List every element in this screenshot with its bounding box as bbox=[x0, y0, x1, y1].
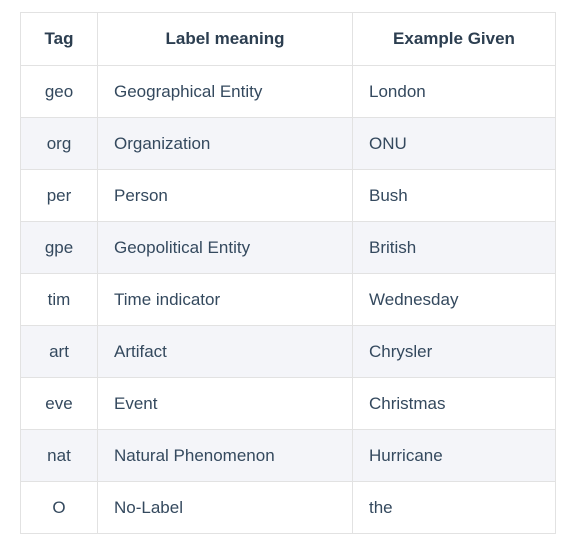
cell-tag: eve bbox=[20, 377, 98, 430]
column-header-meaning: Label meaning bbox=[97, 12, 353, 66]
cell-example: London bbox=[352, 65, 556, 118]
cell-meaning: Geopolitical Entity bbox=[97, 221, 353, 274]
table-row: geo Geographical Entity London bbox=[20, 65, 556, 118]
table-body: geo Geographical Entity London org Organ… bbox=[20, 65, 556, 534]
cell-meaning: Time indicator bbox=[97, 273, 353, 326]
tag-reference-table: Tag Label meaning Example Given geo Geog… bbox=[20, 12, 556, 534]
column-header-example: Example Given bbox=[352, 12, 556, 66]
cell-meaning: Natural Phenomenon bbox=[97, 429, 353, 482]
column-header-tag: Tag bbox=[20, 12, 98, 66]
cell-meaning: Event bbox=[97, 377, 353, 430]
cell-tag: gpe bbox=[20, 221, 98, 274]
table-row: org Organization ONU bbox=[20, 117, 556, 170]
table-row: eve Event Christmas bbox=[20, 377, 556, 430]
table-row: gpe Geopolitical Entity British bbox=[20, 221, 556, 274]
tag-reference-table-container: Tag Label meaning Example Given geo Geog… bbox=[20, 12, 556, 534]
table-row: O No-Label the bbox=[20, 481, 556, 534]
table-row: nat Natural Phenomenon Hurricane bbox=[20, 429, 556, 482]
cell-example: Wednesday bbox=[352, 273, 556, 326]
cell-example: Bush bbox=[352, 169, 556, 222]
cell-tag: tim bbox=[20, 273, 98, 326]
cell-example: Chrysler bbox=[352, 325, 556, 378]
cell-tag: org bbox=[20, 117, 98, 170]
cell-tag: O bbox=[20, 481, 98, 534]
cell-example: Christmas bbox=[352, 377, 556, 430]
cell-meaning: No-Label bbox=[97, 481, 353, 534]
cell-example: ONU bbox=[352, 117, 556, 170]
table-row: art Artifact Chrysler bbox=[20, 325, 556, 378]
cell-tag: geo bbox=[20, 65, 98, 118]
cell-example: the bbox=[352, 481, 556, 534]
cell-tag: per bbox=[20, 169, 98, 222]
cell-tag: art bbox=[20, 325, 98, 378]
cell-tag: nat bbox=[20, 429, 98, 482]
cell-example: British bbox=[352, 221, 556, 274]
cell-meaning: Artifact bbox=[97, 325, 353, 378]
table-header: Tag Label meaning Example Given bbox=[20, 12, 556, 66]
table-row: per Person Bush bbox=[20, 169, 556, 222]
cell-meaning: Organization bbox=[97, 117, 353, 170]
cell-meaning: Geographical Entity bbox=[97, 65, 353, 118]
cell-example: Hurricane bbox=[352, 429, 556, 482]
table-header-row: Tag Label meaning Example Given bbox=[20, 12, 556, 66]
cell-meaning: Person bbox=[97, 169, 353, 222]
table-row: tim Time indicator Wednesday bbox=[20, 273, 556, 326]
